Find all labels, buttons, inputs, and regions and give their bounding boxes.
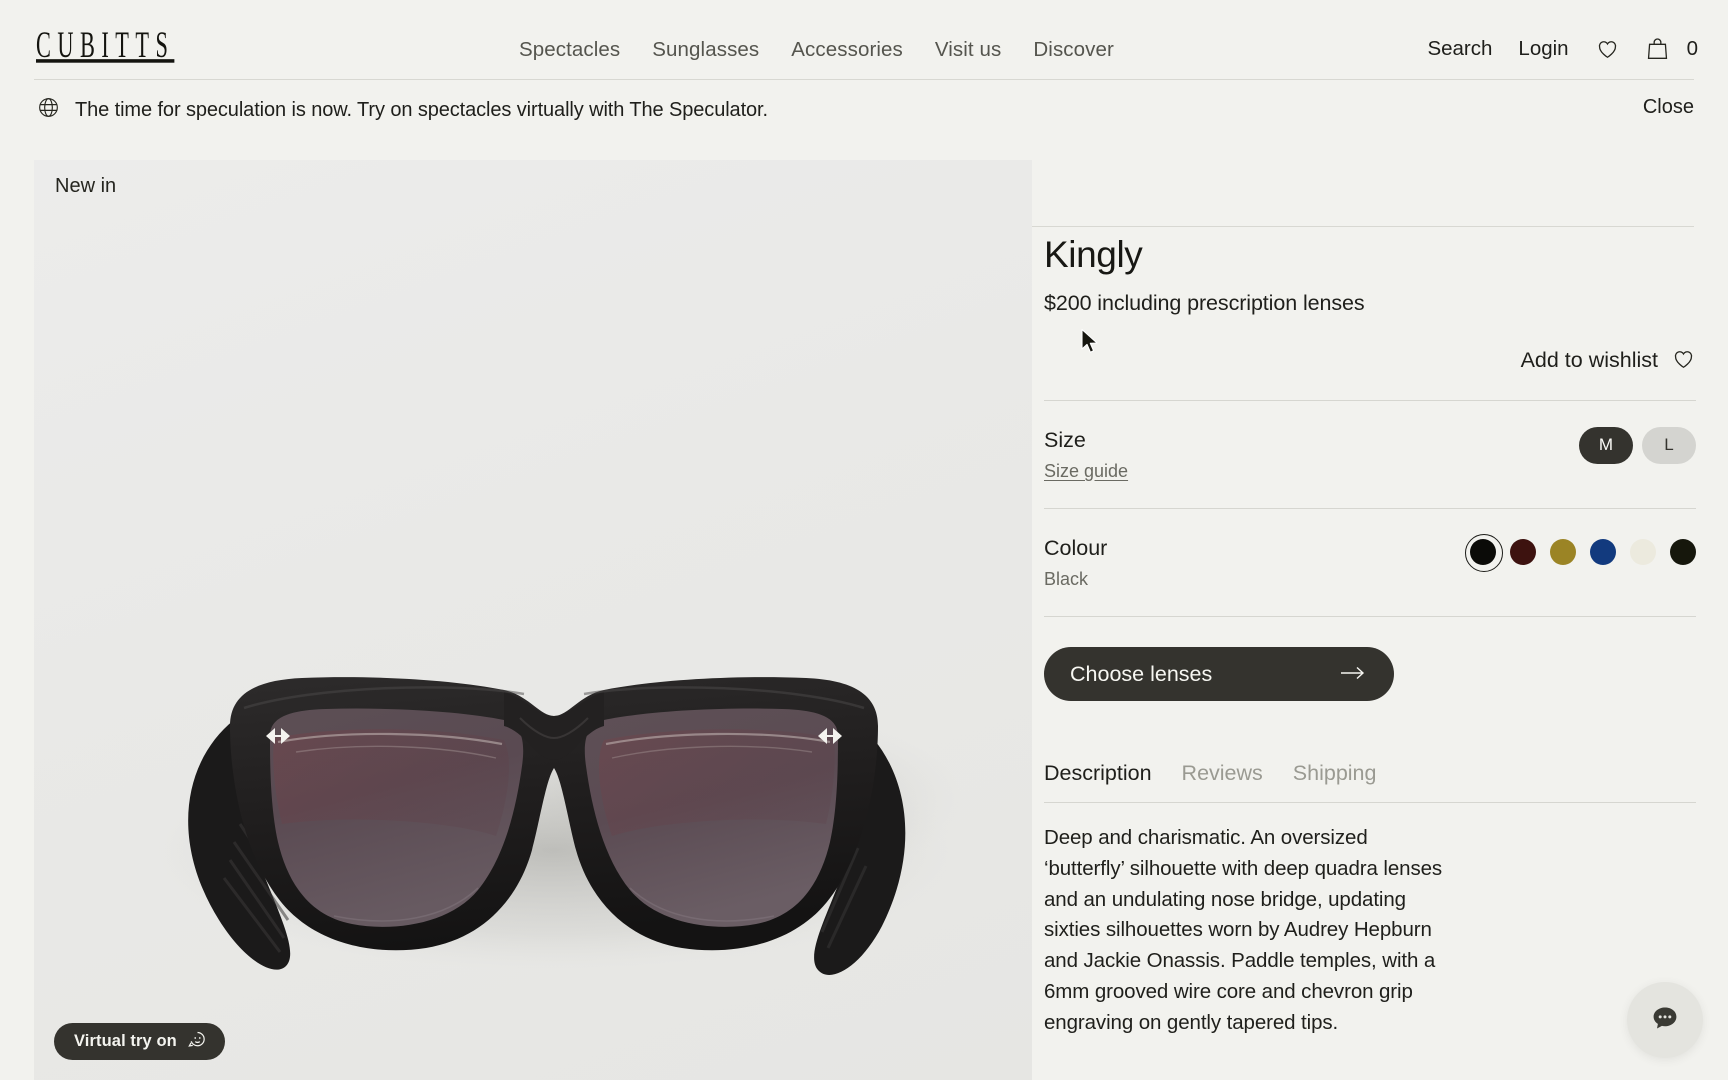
colour-swatch-ivory[interactable]: [1630, 538, 1656, 565]
colour-selected-value: Black: [1044, 569, 1089, 590]
globe-icon: [37, 96, 60, 124]
colour-label-group: Colour Black: [1044, 533, 1107, 590]
colour-swatch-dark-burgundy[interactable]: [1510, 538, 1536, 565]
announcement-bar: The time for speculation is now. Try on …: [0, 83, 1728, 227]
colour-selector-row: Colour Black: [1044, 509, 1696, 618]
product-description: Deep and charismatic. An oversized ‘butt…: [1044, 826, 1443, 1034]
tab-reviews[interactable]: Reviews: [1182, 761, 1263, 786]
nav-item-sunglasses[interactable]: Sunglasses: [652, 38, 759, 62]
colour-swatch-navy[interactable]: [1590, 538, 1616, 565]
product-gallery[interactable]: New in Virtual try on: [34, 160, 1032, 1080]
cubitts-logo[interactable]: CUBITTS: [36, 24, 174, 66]
add-to-wishlist-label: Add to wishlist: [1520, 348, 1658, 373]
heart-icon[interactable]: [1595, 36, 1620, 61]
announcement-text: The time for speculation is now. Try on …: [75, 98, 768, 121]
colour-label: Colour: [1044, 535, 1108, 560]
size-options: M L: [1579, 425, 1696, 464]
size-guide-link[interactable]: Size guide: [1044, 461, 1128, 482]
nav-item-discover[interactable]: Discover: [1033, 38, 1114, 62]
chat-widget-button[interactable]: [1627, 982, 1703, 1058]
heart-icon: [1671, 346, 1696, 376]
new-in-badge: New in: [55, 175, 117, 197]
nav-item-visit-us[interactable]: Visit us: [935, 38, 1002, 62]
nav-item-spectacles[interactable]: Spectacles: [519, 38, 620, 62]
product-image: [154, 677, 964, 975]
choose-lenses-label: Choose lenses: [1070, 661, 1213, 686]
product-details-panel: Kingly $200 including prescription lense…: [1044, 160, 1696, 1038]
size-selector-row: Size Size guide M L: [1044, 401, 1696, 509]
virtual-try-on-label: Virtual try on: [74, 1032, 177, 1050]
colour-swatch-black[interactable]: [1465, 533, 1503, 572]
mouse-cursor: [1080, 328, 1100, 361]
nav-item-accessories[interactable]: Accessories: [791, 38, 903, 62]
shopping-bag-icon[interactable]: [1646, 36, 1669, 61]
announcement-close-button[interactable]: Close: [1643, 96, 1694, 119]
login-button[interactable]: Login: [1518, 37, 1568, 61]
header-utility-nav: Search Login 0: [1427, 36, 1698, 61]
header-divider: [34, 79, 1694, 80]
main-navigation: Spectacles Sunglasses Accessories Visit …: [519, 38, 1114, 62]
size-label: Size: [1044, 427, 1086, 452]
chat-bubble-icon: [1647, 1000, 1683, 1041]
announcement-content: The time for speculation is now. Try on …: [37, 96, 768, 124]
choose-lenses-button[interactable]: Choose lenses: [1044, 647, 1394, 702]
tab-shipping[interactable]: Shipping: [1293, 761, 1377, 786]
virtual-try-on-button[interactable]: Virtual try on: [54, 1023, 225, 1060]
site-header: CUBITTS Spectacles Sunglasses Accessorie…: [0, 0, 1728, 83]
colour-swatch-olive[interactable]: [1550, 538, 1576, 565]
size-label-group: Size Size guide: [1044, 425, 1128, 482]
product-title: Kingly: [1044, 234, 1143, 275]
size-option-l[interactable]: L: [1642, 426, 1696, 464]
colour-options: [1465, 533, 1696, 572]
face-scan-icon: [188, 1030, 207, 1054]
cta-row: Choose lenses: [1044, 647, 1696, 702]
product-price: $200 including prescription lenses: [1044, 290, 1365, 315]
size-option-m[interactable]: M: [1579, 426, 1633, 464]
tab-description[interactable]: Description: [1044, 761, 1152, 786]
product-info-tabs: Description Reviews Shipping: [1044, 761, 1696, 804]
cart-count: 0: [1686, 36, 1698, 60]
arrow-right-icon: [1340, 662, 1366, 687]
add-to-wishlist-button[interactable]: Add to wishlist: [1044, 346, 1696, 401]
colour-swatch-dark-olive[interactable]: [1670, 538, 1696, 565]
search-button[interactable]: Search: [1427, 37, 1492, 61]
